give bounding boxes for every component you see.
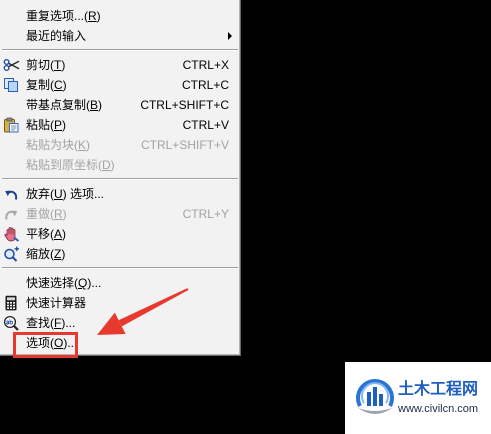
watermark-url: www.civilcn.com xyxy=(398,403,479,415)
desktop-background: 重复选项...(R) 最近的输入 剪切(T) CTRL+X 复制(C) CTRL… xyxy=(0,0,491,434)
arrow-shaft xyxy=(118,288,189,327)
watermark-brand-name: 土木工程网 xyxy=(398,381,479,398)
civil-engineering-logo-icon xyxy=(356,379,394,414)
watermark: 土木工程网 www.civilcn.com xyxy=(345,362,491,434)
